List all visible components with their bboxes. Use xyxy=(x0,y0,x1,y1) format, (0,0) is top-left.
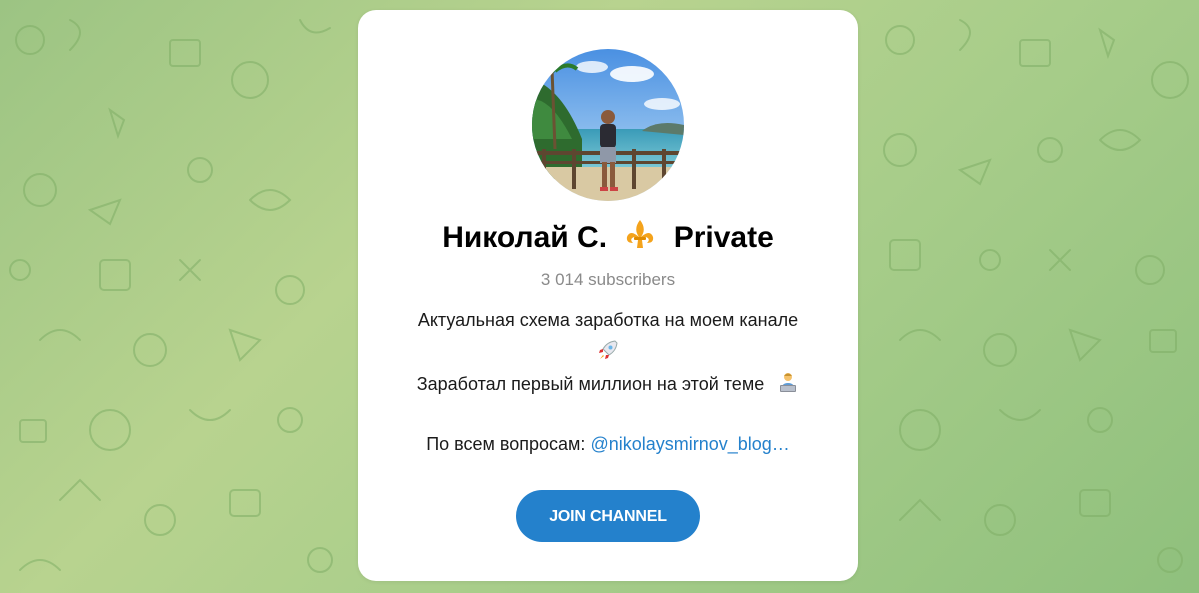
channel-title: Николай С. Private xyxy=(358,218,858,258)
subscriber-count: 3 014 subscribers xyxy=(540,270,676,289)
description-line-2-text: Заработал первый миллион на этой теме xyxy=(416,374,765,394)
contact-link[interactable]: @nikolaysmirnov_blog… xyxy=(590,434,789,454)
join-channel-button[interactable]: JOIN CHANNEL xyxy=(516,490,700,542)
channel-tag: Private xyxy=(673,221,774,254)
fleur-de-lis-icon xyxy=(625,218,655,258)
description-line-2: Заработал первый миллион на этой теме xyxy=(358,371,858,398)
description-rocket-line xyxy=(358,339,858,366)
technologist-icon xyxy=(777,371,799,398)
contact-label: По всем вопросам: xyxy=(426,434,586,454)
rocket-icon xyxy=(597,339,619,366)
contact-line: По всем вопросам: @nikolaysmirnov_blog… xyxy=(358,434,858,455)
channel-name: Николай С. xyxy=(442,221,608,254)
channel-card: Николай С. Private 3 014 subscribers Акт… xyxy=(358,10,858,581)
channel-avatar xyxy=(532,49,684,201)
description-line-1: Актуальная схема заработка на моем канал… xyxy=(417,310,799,330)
